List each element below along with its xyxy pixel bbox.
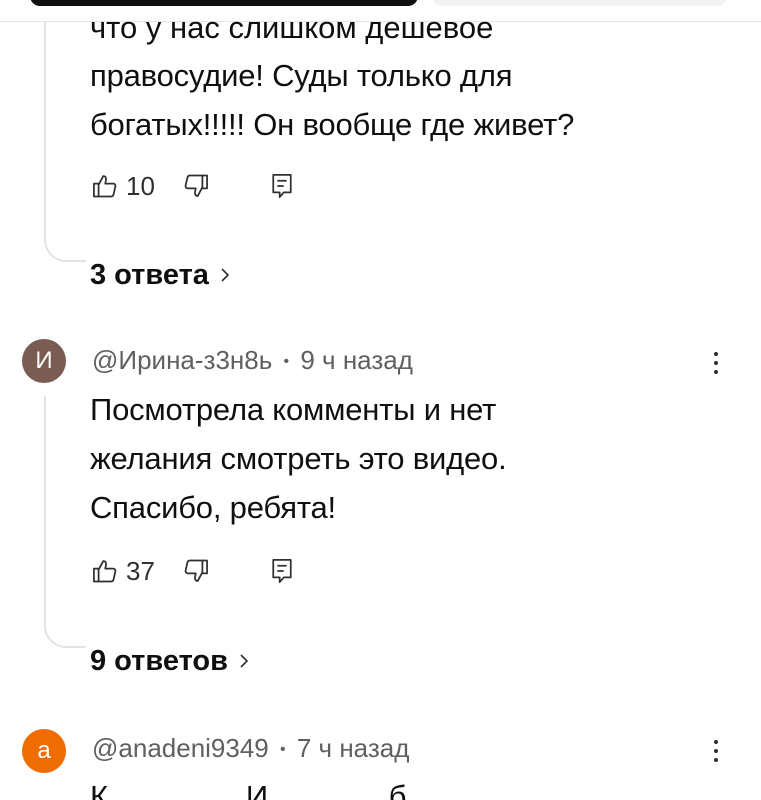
- like-count: 37: [126, 555, 155, 586]
- author-handle[interactable]: @Ирина-з3н8ь: [92, 345, 272, 375]
- thumb-up-icon: [93, 560, 117, 583]
- thumb-up-icon: [93, 175, 117, 198]
- reply-thread-line: [44, 22, 86, 262]
- reply-icon: [272, 174, 292, 198]
- avatar[interactable]: а: [22, 729, 66, 773]
- thumb-down-icon: [184, 174, 208, 197]
- avatar-letter: а: [37, 737, 51, 764]
- dislike-button[interactable]: [181, 170, 211, 202]
- reply-button[interactable]: [267, 170, 297, 202]
- chevron-right-icon: [219, 265, 231, 285]
- like-count: 10: [126, 170, 155, 201]
- comment-text-line: Спасибо, ребята!: [90, 490, 336, 525]
- comment-actions: 10: [90, 170, 297, 202]
- comment-text-line: Посмотрела комменты и нет: [90, 392, 497, 427]
- more-vert-icon[interactable]: [704, 346, 728, 380]
- like-button[interactable]: [90, 170, 120, 202]
- sort-chip-active[interactable]: [30, 0, 418, 6]
- comment-actions: 37: [90, 555, 297, 587]
- comment-time: 9 ч назад: [300, 345, 413, 375]
- comment-text-line: правосудие! Суды только для: [90, 58, 513, 93]
- avatar-letter: И: [35, 347, 53, 374]
- avatar[interactable]: И: [22, 339, 66, 383]
- dislike-button[interactable]: [181, 555, 211, 587]
- view-replies-button[interactable]: 9 ответов: [90, 642, 250, 680]
- header-separator: •: [283, 353, 290, 370]
- comment-text-partial: К И б: [90, 779, 407, 800]
- replies-count-label: 3 ответа: [90, 258, 209, 291]
- comment-text-line: желания смотреть это видео.: [90, 441, 507, 476]
- thumb-down-icon: [184, 559, 208, 582]
- more-vert-icon[interactable]: [704, 734, 728, 768]
- header-separator: •: [280, 741, 286, 758]
- chevron-right-icon: [238, 651, 250, 671]
- comment-text-line: богатых!!!!! Он вообще где живет?: [90, 107, 575, 142]
- comment-time: 7 ч назад: [296, 733, 410, 763]
- like-button[interactable]: [90, 555, 120, 587]
- view-replies-button[interactable]: 3 ответа: [90, 256, 231, 294]
- reply-icon: [272, 559, 292, 583]
- comment-text-partial-line: К И б: [90, 776, 406, 800]
- author-handle[interactable]: @anadeni9349: [92, 733, 269, 763]
- replies-count-label: 9 ответов: [90, 644, 228, 677]
- comment-text-partial-line: что у нас слишком дешевое: [90, 10, 494, 45]
- reply-thread-line: [44, 396, 86, 648]
- reply-button[interactable]: [267, 555, 297, 587]
- comment-header: @Ирина-з3н8ь • 9 ч назад: [92, 345, 413, 376]
- sort-chip[interactable]: [432, 0, 727, 6]
- comment-header: @anadeni9349 • 7 ч назад: [92, 733, 409, 764]
